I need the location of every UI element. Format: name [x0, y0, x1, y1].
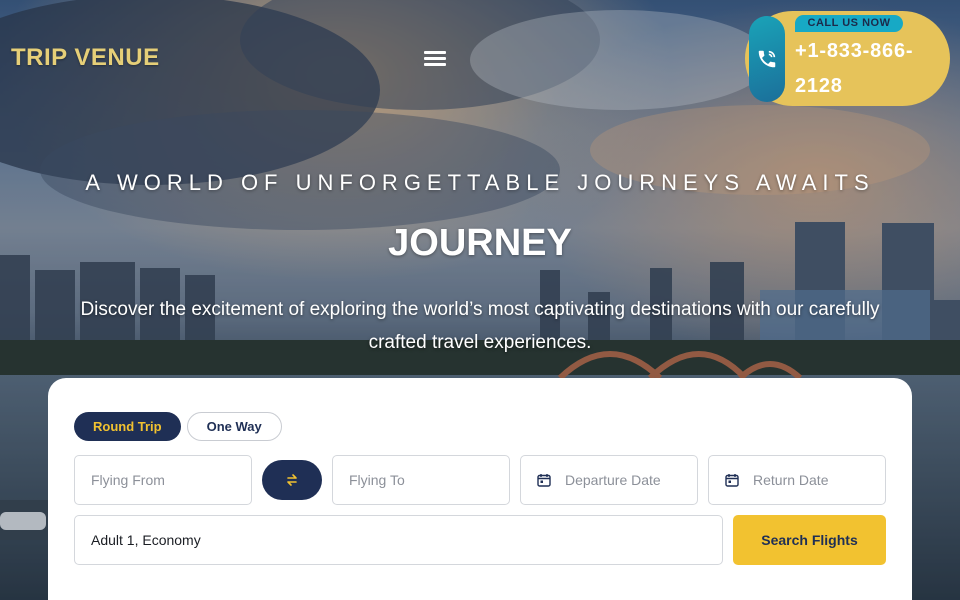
trip-type-toggle: Round Trip One Way [74, 412, 282, 441]
passengers-class-value: Adult 1, Economy [91, 532, 201, 548]
phone-call-icon [749, 16, 785, 102]
call-us-label: CALL US NOW [795, 15, 903, 32]
swap-arrows-icon [287, 474, 297, 486]
hero-tagline: A WORLD OF UNFORGETTABLE JOURNEYS AWAITS [85, 170, 875, 195]
calendar-icon [537, 474, 551, 487]
departure-date-input[interactable]: Departure Date [520, 455, 698, 505]
return-date-placeholder: Return Date [753, 472, 829, 488]
round-trip-button[interactable]: Round Trip [74, 412, 181, 441]
hero-description: Discover the excitement of exploring the… [80, 299, 880, 353]
flying-from-input[interactable]: Flying From [74, 455, 252, 505]
flying-to-input[interactable]: Flying To [332, 455, 510, 505]
site-logo[interactable]: TRIP VENUE [11, 44, 160, 72]
departure-date-placeholder: Departure Date [565, 472, 661, 488]
phone-number-link[interactable]: +1-833-866-2128 [795, 34, 945, 104]
one-way-button[interactable]: One Way [186, 412, 282, 441]
hamburger-menu-icon[interactable] [424, 51, 446, 67]
flying-to-placeholder: Flying To [349, 472, 405, 488]
calendar-icon [725, 474, 739, 487]
return-date-input[interactable]: Return Date [708, 455, 886, 505]
swap-airports-button[interactable] [262, 460, 322, 500]
flying-from-placeholder: Flying From [91, 472, 165, 488]
search-flights-button[interactable]: Search Flights [733, 515, 886, 565]
passengers-class-select[interactable]: Adult 1, Economy [74, 515, 723, 565]
hero-title: JOURNEY [388, 222, 572, 264]
